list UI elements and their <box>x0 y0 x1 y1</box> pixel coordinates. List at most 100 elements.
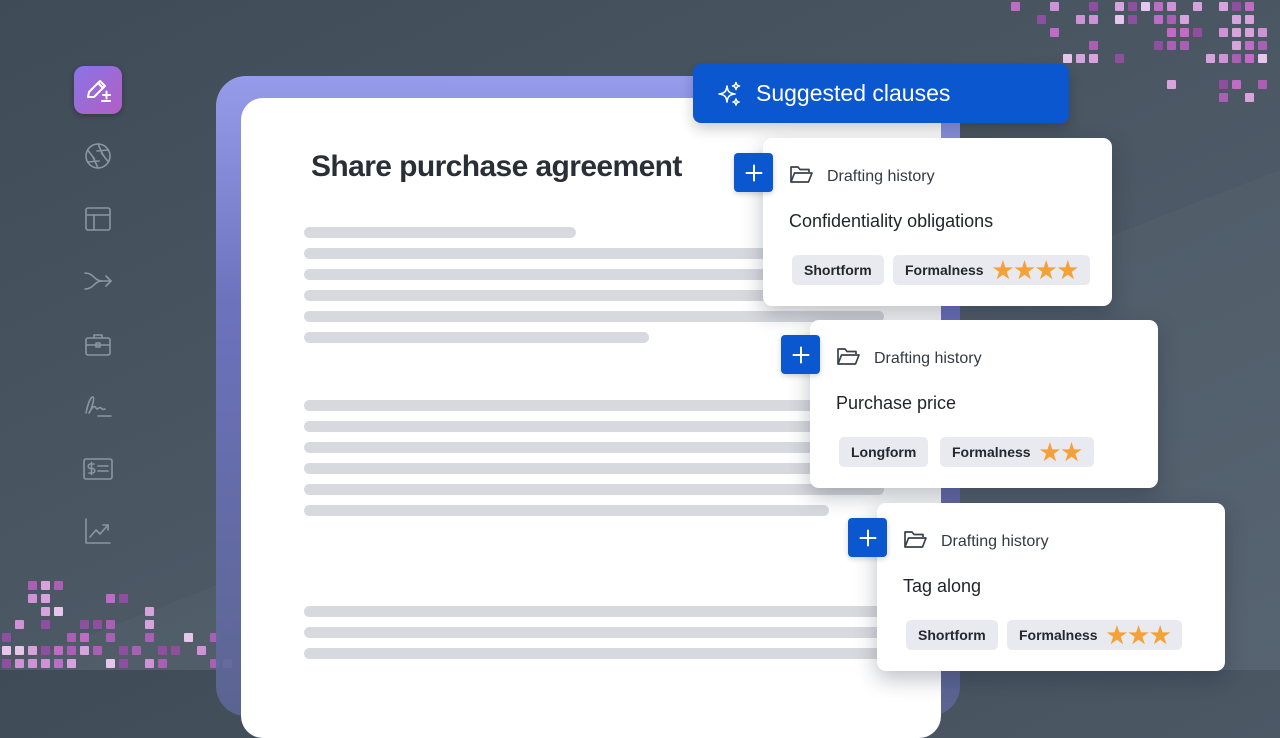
text-placeholder-line <box>304 421 884 432</box>
star-icon: ★ <box>1061 438 1082 465</box>
aperture-icon[interactable] <box>74 136 122 176</box>
star-icon: ★ <box>1128 621 1149 648</box>
pixel <box>171 646 180 655</box>
pixel <box>1154 15 1163 24</box>
layout-icon[interactable] <box>74 199 122 239</box>
suggested-clauses-title: Suggested clauses <box>756 80 951 106</box>
pixel <box>1193 28 1202 37</box>
pixel <box>54 581 63 590</box>
pixel <box>15 646 24 655</box>
pixel <box>1128 2 1137 11</box>
pixel <box>15 620 24 629</box>
pixel <box>28 594 37 603</box>
sidebar <box>74 66 124 574</box>
sparkle-icon <box>715 80 743 108</box>
suggested-clauses-header: Suggested clauses <box>693 64 1069 123</box>
pixel <box>1167 2 1176 11</box>
pixel <box>93 620 102 629</box>
text-placeholder-line <box>304 227 576 238</box>
clause-card: Drafting history Tag along Shortform For… <box>877 503 1225 671</box>
pixel <box>119 659 128 668</box>
formalness-label: Formalness <box>1019 627 1098 643</box>
text-placeholder-line <box>304 606 884 617</box>
pixel <box>1180 28 1189 37</box>
formalness-label: Formalness <box>952 444 1031 460</box>
formalness-tag: Formalness ★ ★ <box>940 437 1094 467</box>
formalness-rating: ★ ★ ★ ★ <box>993 256 1079 283</box>
plus-icon <box>792 346 809 363</box>
pixel <box>2 659 11 668</box>
plus-icon <box>859 529 876 546</box>
pixel <box>1232 15 1241 24</box>
pixel <box>145 633 154 642</box>
clause-title: Confidentiality obligations <box>789 211 994 231</box>
pixel <box>106 594 115 603</box>
pixel <box>1219 28 1228 37</box>
pixel <box>1258 54 1267 63</box>
pixel <box>41 659 50 668</box>
add-clause-button[interactable] <box>781 335 820 374</box>
formalness-label: Formalness <box>905 262 984 278</box>
formalness-rating: ★ ★ ★ <box>1107 621 1171 648</box>
pixel <box>1219 93 1228 102</box>
star-icon: ★ <box>1149 621 1171 648</box>
formalness-tag: Formalness ★ ★ ★ ★ <box>893 255 1091 285</box>
clause-source: Drafting history <box>941 533 1049 550</box>
pixel <box>1089 54 1098 63</box>
clause-title: Purchase price <box>836 393 957 413</box>
pixel <box>1232 28 1241 37</box>
pen-plus-icon[interactable] <box>74 66 122 114</box>
pixel <box>67 633 76 642</box>
pixel <box>158 659 167 668</box>
merge-arrow-icon[interactable] <box>74 261 122 301</box>
add-clause-button[interactable] <box>734 153 773 192</box>
pixel <box>1245 54 1254 63</box>
clause-card: Drafting history Confidentiality obligat… <box>763 138 1112 306</box>
pixel <box>1141 2 1150 11</box>
pixel <box>1245 93 1254 102</box>
pixel <box>54 607 63 616</box>
pixel <box>1232 54 1241 63</box>
pixel <box>145 607 154 616</box>
clause-title: Tag along <box>903 576 982 596</box>
text-placeholder-line <box>304 332 649 343</box>
pixel <box>132 646 141 655</box>
formalness-tag: Formalness ★ ★ ★ <box>1007 620 1183 650</box>
pixel <box>1180 41 1189 50</box>
signature-icon[interactable] <box>74 386 122 426</box>
pixel <box>1167 80 1176 89</box>
pixel <box>1050 28 1059 37</box>
pixel <box>28 646 37 655</box>
pixel <box>1115 2 1124 11</box>
pixel <box>119 646 128 655</box>
pixel <box>1193 2 1202 11</box>
invoice-dollar-icon[interactable] <box>74 449 122 489</box>
pixel <box>106 659 115 668</box>
pixel <box>15 659 24 668</box>
pixel <box>1245 28 1254 37</box>
pixel <box>1219 54 1228 63</box>
folder-icon <box>836 346 861 367</box>
pixel <box>1154 2 1163 11</box>
text-placeholder-line <box>304 648 884 659</box>
clause-source: Drafting history <box>874 350 982 367</box>
pixel <box>1089 15 1098 24</box>
pixel <box>1245 15 1254 24</box>
pixel <box>2 633 11 642</box>
pixel <box>1180 15 1189 24</box>
pixel <box>1245 2 1254 11</box>
pixel <box>93 646 102 655</box>
pixel <box>197 646 206 655</box>
pixel <box>41 646 50 655</box>
briefcase-icon[interactable] <box>74 324 122 364</box>
trend-chart-icon[interactable] <box>74 511 122 551</box>
pixel <box>119 594 128 603</box>
folder-icon <box>903 529 928 550</box>
star-icon: ★ <box>1057 256 1079 283</box>
pixel <box>1089 41 1098 50</box>
pixel <box>145 659 154 668</box>
pixel <box>1037 15 1046 24</box>
length-tag: Longform <box>839 437 929 467</box>
add-clause-button[interactable] <box>848 518 887 557</box>
pixel <box>106 620 115 629</box>
